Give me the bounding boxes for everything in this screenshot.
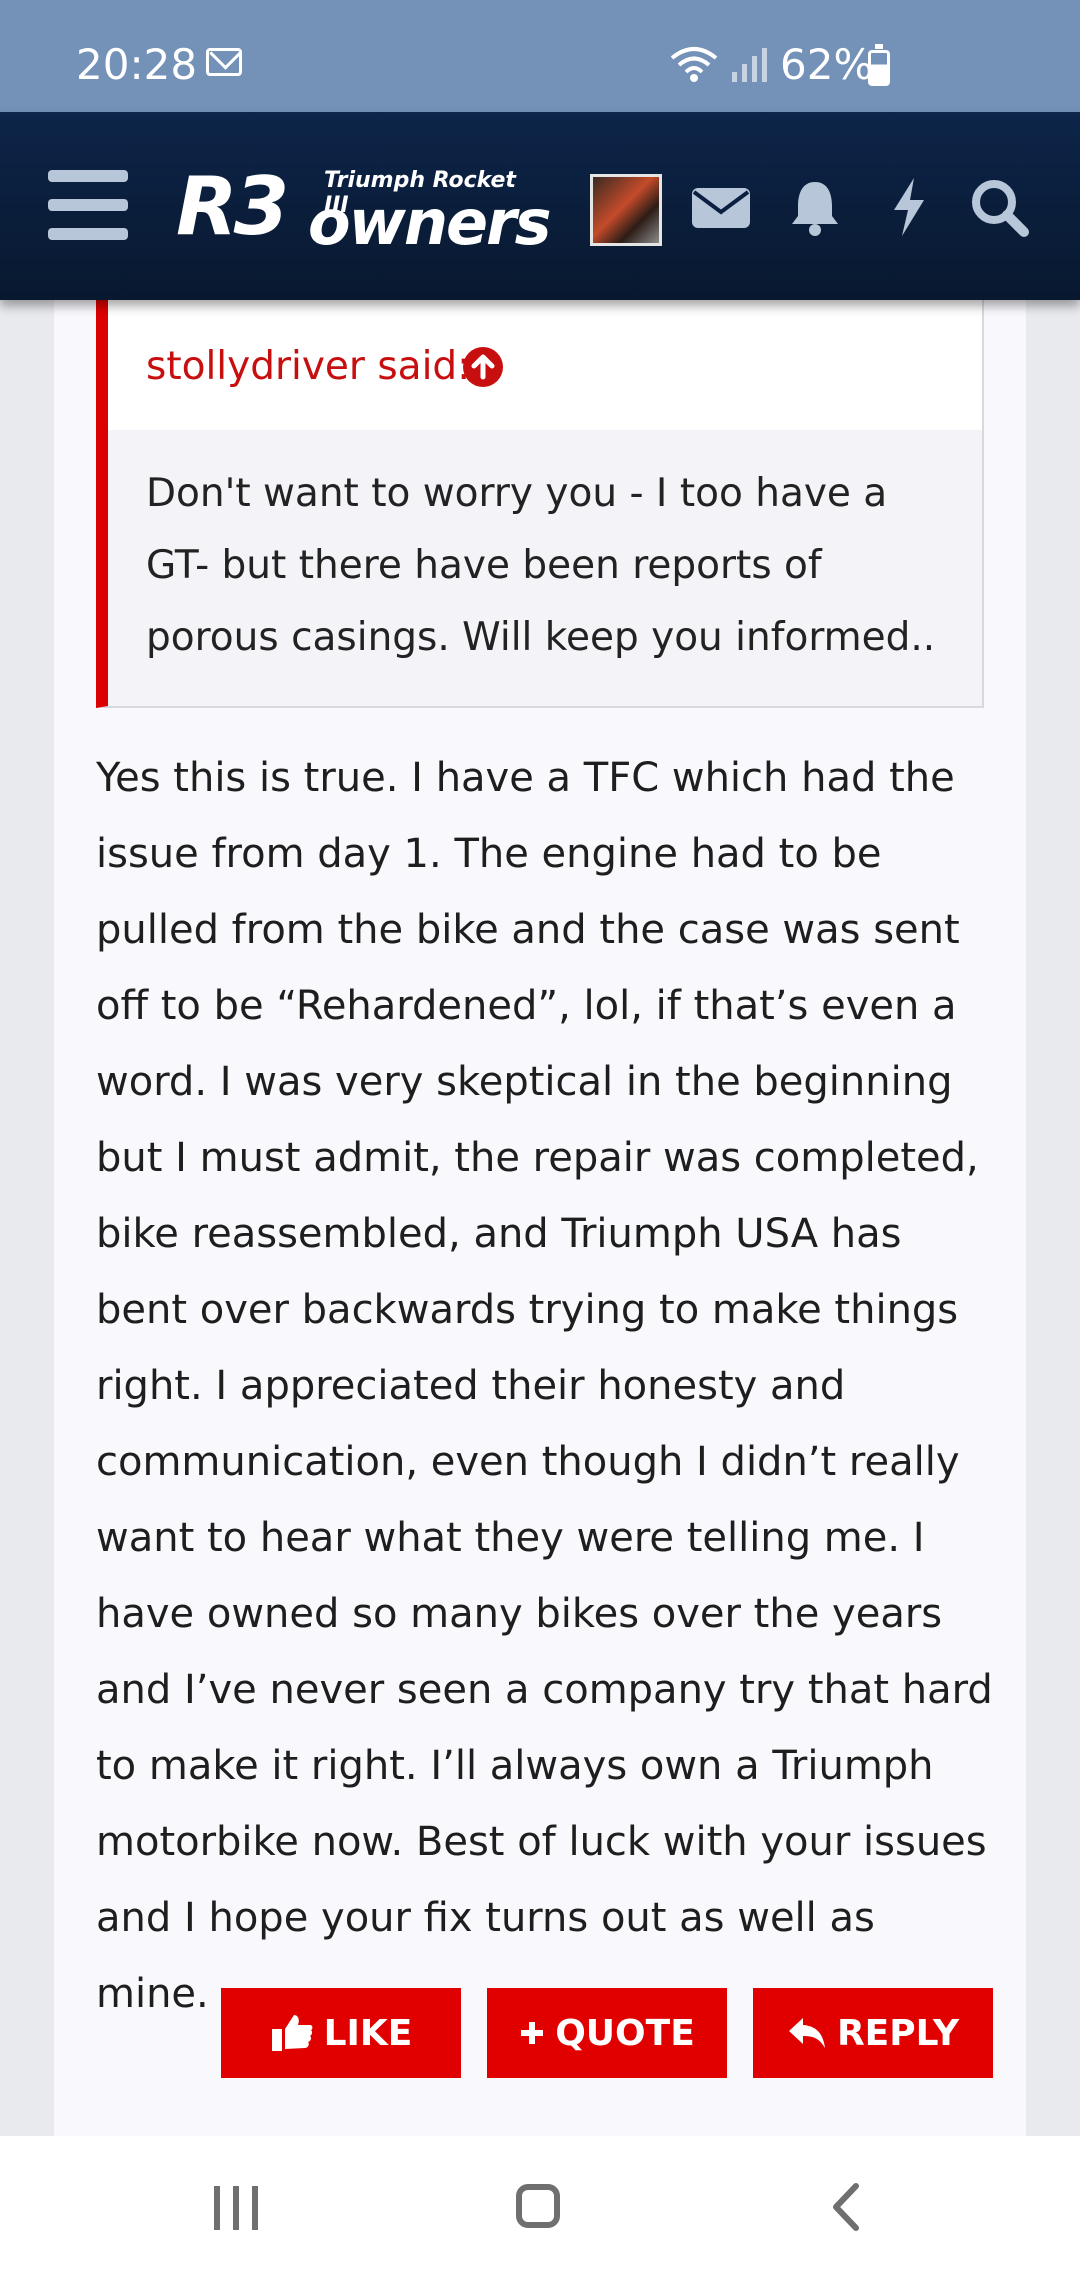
status-bar: 20:28 62%: [0, 0, 1080, 112]
system-nav-bar: [0, 2136, 1080, 2280]
thumbs-up-icon: [271, 2015, 312, 2051]
plus-icon: [521, 2022, 544, 2044]
site-header: R3 Triumph Rocket III owners: [0, 112, 1080, 300]
wifi-icon: [670, 47, 718, 82]
quote-header: stollydriver said:: [108, 300, 982, 430]
menu-icon[interactable]: [48, 170, 128, 240]
mail-icon: [206, 48, 242, 76]
signal-icon: [732, 48, 767, 82]
quote-block: stollydriver said: Don't want to worry y…: [96, 300, 984, 708]
recent-apps-icon[interactable]: [214, 2186, 260, 2230]
quote-author[interactable]: stollydriver said:: [146, 344, 470, 389]
bolt-icon[interactable]: [874, 172, 944, 242]
battery-percentage: 62%: [780, 40, 874, 89]
quote-text: Don't want to worry you - I too have a G…: [146, 471, 936, 660]
quote-button[interactable]: QUOTE: [487, 1988, 727, 2078]
like-button[interactable]: LIKE: [221, 1988, 461, 2078]
search-icon[interactable]: [964, 172, 1034, 242]
logo-owners: owners: [308, 186, 552, 259]
reply-icon: [788, 2018, 825, 2048]
like-label: LIKE: [323, 2012, 413, 2054]
home-icon[interactable]: [516, 2184, 560, 2228]
reply-button[interactable]: REPLY: [753, 1988, 993, 2078]
back-icon[interactable]: [826, 2182, 866, 2232]
envelope-icon[interactable]: [686, 172, 756, 242]
reply-label: REPLY: [836, 2012, 960, 2054]
post-body: Yes this is true. I have a TFC which had…: [96, 755, 993, 2017]
site-logo[interactable]: R3 Triumph Rocket III owners: [176, 160, 552, 258]
arrow-up-circle-icon[interactable]: [462, 346, 504, 388]
status-time: 20:28: [76, 40, 198, 89]
post-card: stollydriver said: Don't want to worry y…: [54, 300, 1026, 2136]
bell-icon[interactable]: [780, 172, 850, 242]
logo-r3: R3: [176, 160, 289, 253]
quote-label: QUOTE: [555, 2012, 695, 2054]
battery-icon: [868, 44, 890, 86]
avatar[interactable]: [590, 174, 662, 246]
